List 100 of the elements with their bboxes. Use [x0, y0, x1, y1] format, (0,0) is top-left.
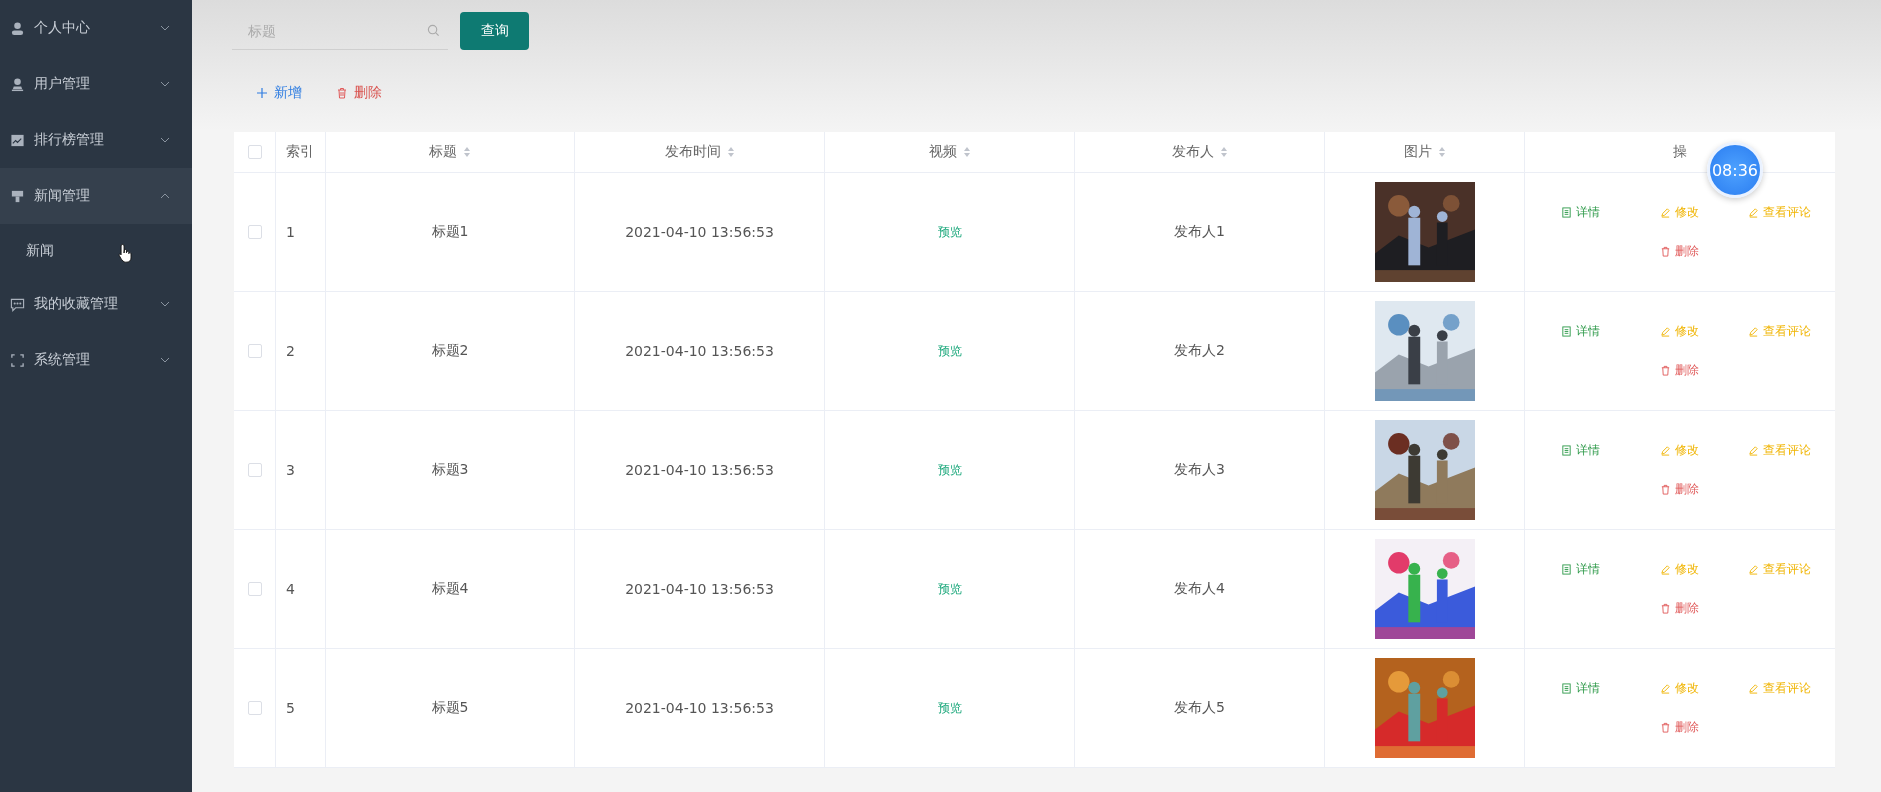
menu-item[interactable]: 排行榜管理 [0, 112, 192, 168]
comments-link[interactable]: 查看评论 [1747, 561, 1811, 578]
table-cell: 2 [286, 343, 295, 359]
pencil-icon [1660, 326, 1672, 337]
chevron-icon [160, 193, 170, 199]
trash-icon [336, 87, 348, 99]
edit-link[interactable]: 修改 [1660, 204, 1700, 221]
document-icon [1561, 445, 1573, 456]
pencil-icon [1747, 326, 1759, 337]
preview-link[interactable]: 预览 [937, 580, 962, 598]
column-header[interactable]: 标题 [429, 143, 471, 161]
table-cell: 2021-04-10 13:56:53 [625, 462, 774, 478]
checkbox[interactable] [247, 463, 262, 477]
checkbox[interactable] [247, 701, 262, 715]
table-cell: 2021-04-10 13:56:53 [625, 224, 774, 240]
detail-link[interactable]: 详情 [1561, 680, 1601, 697]
menu-item[interactable]: 我的收藏管理 [0, 276, 192, 332]
delete-button[interactable]: 删除 [332, 80, 386, 106]
plus-icon [256, 87, 268, 99]
checkbox[interactable] [247, 344, 262, 358]
chevron-icon [160, 25, 170, 31]
edit-link[interactable]: 修改 [1660, 680, 1700, 697]
document-icon [1561, 207, 1573, 218]
trash-icon [1660, 722, 1672, 733]
trash-icon [1660, 484, 1672, 495]
chat-icon [10, 296, 25, 312]
sort-icon [726, 146, 735, 158]
edit-link[interactable]: 修改 [1660, 442, 1700, 459]
table-cell: 发布人3 [1174, 461, 1225, 479]
document-icon [1561, 326, 1573, 337]
table-cell: 5 [286, 700, 295, 716]
column-header[interactable]: 索引 [286, 143, 314, 161]
comments-link[interactable]: 查看评论 [1747, 323, 1811, 340]
document-icon [1561, 683, 1573, 694]
checkbox[interactable] [247, 225, 262, 239]
column-header[interactable]: 发布时间 [664, 143, 735, 161]
delete-link[interactable]: 删除 [1660, 243, 1700, 260]
column-header[interactable]: 操 [1673, 143, 1687, 161]
checkbox[interactable] [247, 145, 262, 159]
table-cell: 标题3 [431, 461, 469, 479]
flag-icon [10, 188, 25, 204]
edit-link[interactable]: 修改 [1660, 561, 1700, 578]
pencil-icon [1747, 564, 1759, 575]
pencil-icon [1747, 683, 1759, 694]
menu-item[interactable]: 用户管理 [0, 56, 192, 112]
timer-badge: 08:36 [1707, 142, 1763, 198]
chevron-icon [160, 301, 170, 307]
pencil-icon [1747, 445, 1759, 456]
sort-icon [962, 146, 971, 158]
chevron-icon [160, 137, 170, 143]
frame-icon [10, 352, 25, 368]
column-header[interactable]: 视频 [928, 143, 971, 161]
trash-icon [1660, 603, 1672, 614]
preview-link[interactable]: 预览 [937, 461, 962, 479]
search-icon [427, 24, 440, 37]
table-cell: 发布人1 [1174, 223, 1225, 241]
delete-link[interactable]: 删除 [1660, 719, 1700, 736]
preview-link[interactable]: 预览 [937, 223, 962, 241]
pencil-icon [1660, 207, 1672, 218]
pencil-icon [1660, 445, 1672, 456]
user-icon [10, 76, 25, 92]
detail-link[interactable]: 详情 [1561, 323, 1601, 340]
table-cell: 2021-04-10 13:56:53 [625, 700, 774, 716]
person-icon [10, 20, 25, 36]
chart-icon [10, 132, 25, 148]
menu-item[interactable]: 系统管理 [0, 332, 192, 388]
pencil-icon [1660, 564, 1672, 575]
edit-link[interactable]: 修改 [1660, 323, 1700, 340]
table-cell: 标题1 [431, 223, 469, 241]
checkbox[interactable] [247, 582, 262, 596]
column-header[interactable]: 发布人 [1171, 143, 1228, 161]
sort-icon [1219, 146, 1228, 158]
document-icon [1561, 564, 1573, 575]
preview-link[interactable]: 预览 [937, 699, 962, 717]
table-cell: 标题4 [431, 580, 469, 598]
table-cell: 3 [286, 462, 295, 478]
pencil-icon [1660, 683, 1672, 694]
detail-link[interactable]: 详情 [1561, 442, 1601, 459]
query-button[interactable]: 查询 [460, 12, 529, 50]
detail-link[interactable]: 详情 [1561, 204, 1601, 221]
column-header[interactable]: 图片 [1403, 143, 1446, 161]
trash-icon [1660, 365, 1672, 376]
comments-link[interactable]: 查看评论 [1747, 442, 1811, 459]
delete-link[interactable]: 删除 [1660, 362, 1700, 379]
preview-link[interactable]: 预览 [937, 342, 962, 360]
delete-link[interactable]: 删除 [1660, 481, 1700, 498]
pencil-icon [1747, 207, 1759, 218]
table-cell: 1 [286, 224, 295, 240]
menu-item[interactable]: 新闻管理 [0, 168, 192, 224]
menu-item[interactable]: 个人中心 [0, 0, 192, 56]
comments-link[interactable]: 查看评论 [1747, 680, 1811, 697]
submenu-item[interactable]: 新闻 [0, 224, 192, 276]
table-cell: 4 [286, 581, 295, 597]
detail-link[interactable]: 详情 [1561, 561, 1601, 578]
add-button[interactable]: 新增 [252, 80, 306, 106]
table-cell: 2021-04-10 13:56:53 [625, 343, 774, 359]
comments-link[interactable]: 查看评论 [1747, 204, 1811, 221]
delete-link[interactable]: 删除 [1660, 600, 1700, 617]
sort-icon [1437, 146, 1446, 158]
table-cell: 发布人5 [1174, 699, 1225, 717]
